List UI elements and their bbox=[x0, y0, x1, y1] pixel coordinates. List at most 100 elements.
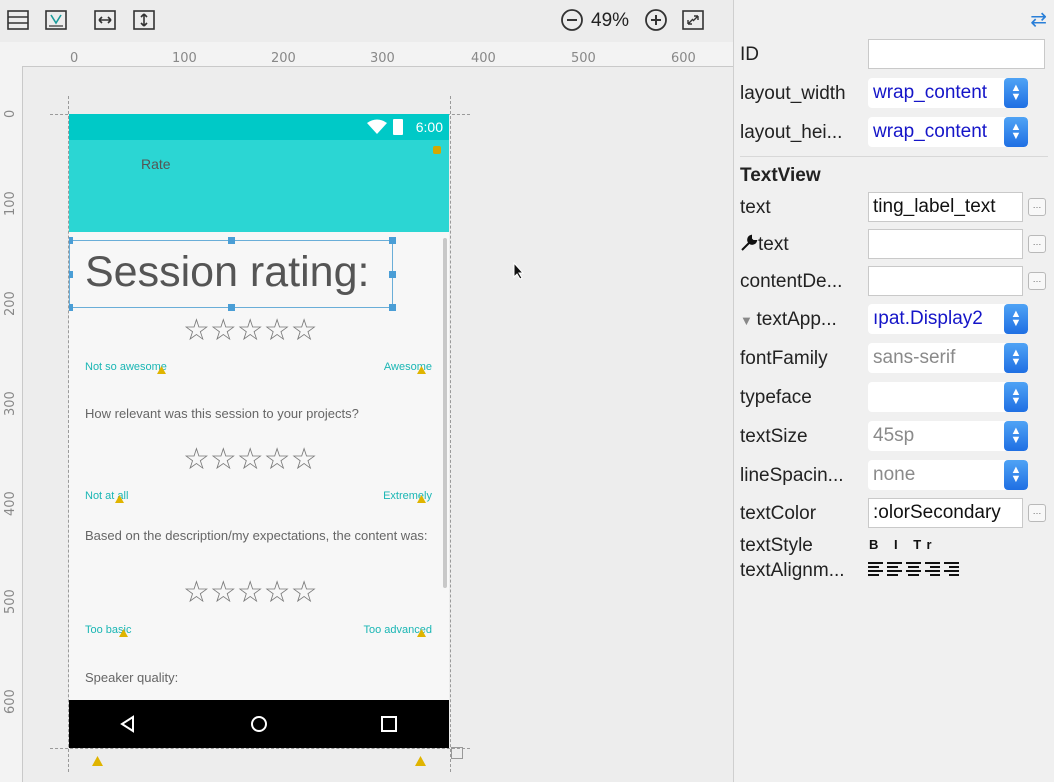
zoom-level: 49% bbox=[591, 10, 630, 31]
status-bar: 6:00 bbox=[69, 114, 449, 140]
select-value: none bbox=[873, 464, 916, 485]
resize-handle[interactable] bbox=[69, 304, 73, 311]
expand-vertical-icon[interactable] bbox=[132, 8, 156, 32]
more-icon[interactable]: … bbox=[1028, 235, 1046, 253]
property-row-line-spacing: lineSpacin... none ▲ ▼ bbox=[740, 458, 1050, 492]
align-left-icon[interactable] bbox=[887, 562, 902, 576]
zoom-in-icon[interactable] bbox=[644, 8, 668, 32]
resize-handle[interactable] bbox=[389, 271, 396, 278]
text-style-buttons[interactable]: B I Tr bbox=[869, 537, 938, 552]
resize-handle[interactable] bbox=[389, 304, 396, 311]
property-label: text bbox=[740, 197, 771, 218]
property-row-tools-text: text … bbox=[740, 227, 1050, 261]
property-row-text: text ting_label_text … bbox=[740, 190, 1050, 224]
chevron-updown-icon[interactable]: ▲ ▼ bbox=[1004, 382, 1028, 412]
app-bar[interactable]: Rate bbox=[69, 140, 449, 232]
text-size-select[interactable]: 45sp ▲ ▼ bbox=[868, 421, 1028, 451]
chevron-updown-icon[interactable]: ▲ ▼ bbox=[1004, 343, 1028, 373]
resize-handle[interactable] bbox=[69, 237, 73, 244]
selection-box[interactable] bbox=[69, 237, 396, 311]
more-icon[interactable]: … bbox=[1028, 272, 1046, 290]
align-right-icon[interactable] bbox=[925, 562, 940, 576]
select-value: 45sp bbox=[873, 425, 915, 446]
property-row-font-family: fontFamily sans-serif ▲ ▼ bbox=[740, 341, 1050, 375]
preview-scrollbar[interactable] bbox=[443, 238, 447, 588]
chevron-updown-icon[interactable]: ▲ ▼ bbox=[1004, 304, 1028, 334]
rating-bar[interactable]: ☆☆☆☆☆ bbox=[183, 445, 317, 475]
back-icon[interactable] bbox=[116, 712, 140, 736]
device-preview[interactable]: 6:00 Rate Session rating: ☆☆☆☆☆ Not so a… bbox=[69, 114, 449, 748]
property-label: textColor bbox=[740, 503, 817, 524]
divider bbox=[740, 156, 1048, 157]
home-icon[interactable] bbox=[247, 712, 271, 736]
select-value: wrap_content bbox=[873, 82, 988, 103]
text-alignment-buttons bbox=[868, 562, 959, 576]
property-label: textAlignm... bbox=[740, 560, 845, 581]
ruler-label: 200 bbox=[3, 291, 18, 316]
ruler-label: 0 bbox=[70, 51, 79, 66]
font-family-select[interactable]: sans-serif ▲ ▼ bbox=[868, 343, 1028, 373]
question-text: How relevant was this session to your pr… bbox=[85, 406, 359, 421]
ruler-label: 600 bbox=[671, 51, 696, 66]
zoom-out-icon[interactable] bbox=[560, 8, 584, 32]
chevron-updown-icon[interactable]: ▲ ▼ bbox=[1004, 117, 1028, 147]
swap-view-icon[interactable]: ⇄ bbox=[1030, 7, 1047, 32]
lock-icon bbox=[433, 146, 441, 154]
ruler-label: 400 bbox=[3, 491, 18, 516]
resize-handle[interactable] bbox=[389, 237, 396, 244]
typeface-select[interactable]: ▲ ▼ bbox=[868, 382, 1028, 412]
more-icon[interactable]: … bbox=[1028, 198, 1046, 216]
property-label: layout_width bbox=[740, 83, 846, 104]
align-center-icon[interactable] bbox=[906, 562, 921, 576]
chevron-updown-icon[interactable]: ▲ ▼ bbox=[1004, 421, 1028, 451]
ruler-label: 300 bbox=[370, 51, 395, 66]
property-row-layout-height: layout_hei... wrap_content ▲ ▼ bbox=[740, 115, 1050, 149]
collapse-triangle-icon[interactable]: ▼ bbox=[740, 313, 756, 328]
resize-handle[interactable] bbox=[69, 271, 73, 278]
wifi-icon bbox=[367, 119, 387, 134]
horizontal-ruler: 0 100 200 300 400 500 600 bbox=[0, 42, 733, 67]
rating-bar[interactable]: ☆☆☆☆☆ bbox=[183, 578, 317, 608]
ruler-label: 500 bbox=[571, 51, 596, 66]
canvas-resize-handle[interactable] bbox=[451, 747, 463, 759]
id-field[interactable] bbox=[868, 39, 1045, 69]
warning-icon[interactable] bbox=[415, 756, 426, 766]
mouse-cursor-icon bbox=[513, 262, 525, 280]
ruler-label: 200 bbox=[271, 51, 296, 66]
resize-handle[interactable] bbox=[228, 237, 235, 244]
align-end-icon[interactable] bbox=[944, 562, 959, 576]
wrench-icon bbox=[741, 234, 758, 251]
line-spacing-select[interactable]: none ▲ ▼ bbox=[868, 460, 1028, 490]
recents-icon[interactable] bbox=[377, 712, 401, 736]
property-row-text-color: textColor :olorSecondary … bbox=[740, 496, 1050, 530]
property-label: ID bbox=[740, 44, 759, 65]
battery-icon bbox=[393, 119, 403, 135]
layout-height-select[interactable]: wrap_content ▲ ▼ bbox=[868, 117, 1028, 147]
scale-min-label: Not so awesome bbox=[85, 361, 167, 373]
status-time: 6:00 bbox=[415, 119, 443, 135]
text-appearance-select[interactable]: ıpat.Display2 ▲ ▼ bbox=[868, 304, 1028, 334]
resize-handle[interactable] bbox=[228, 304, 235, 311]
layout-icon[interactable] bbox=[6, 8, 30, 32]
expand-horizontal-icon[interactable] bbox=[93, 8, 117, 32]
bounds-guide bbox=[450, 96, 451, 772]
property-label: layout_hei... bbox=[740, 122, 843, 143]
text-color-field[interactable]: :olorSecondary bbox=[868, 498, 1023, 528]
content-description-field[interactable] bbox=[868, 266, 1023, 296]
ruler-label: 0 bbox=[3, 109, 18, 118]
select-value: wrap_content bbox=[873, 121, 988, 142]
fit-screen-icon[interactable] bbox=[681, 8, 705, 32]
blueprint-icon[interactable] bbox=[44, 8, 68, 32]
more-icon[interactable]: … bbox=[1028, 504, 1046, 522]
layout-width-select[interactable]: wrap_content ▲ ▼ bbox=[868, 78, 1028, 108]
ruler-label: 100 bbox=[3, 191, 18, 216]
chevron-updown-icon[interactable]: ▲ ▼ bbox=[1004, 78, 1028, 108]
text-field[interactable]: ting_label_text bbox=[868, 192, 1023, 222]
design-surface: 49% 0 100 200 300 400 500 600 0 100 200 … bbox=[0, 0, 733, 782]
warning-icon[interactable] bbox=[92, 756, 103, 766]
rating-bar[interactable]: ☆☆☆☆☆ bbox=[183, 316, 317, 346]
chevron-updown-icon[interactable]: ▲ ▼ bbox=[1004, 460, 1028, 490]
align-start-icon[interactable] bbox=[868, 562, 883, 576]
tools-text-field[interactable] bbox=[868, 229, 1023, 259]
select-value: ıpat.Display2 bbox=[873, 308, 983, 329]
